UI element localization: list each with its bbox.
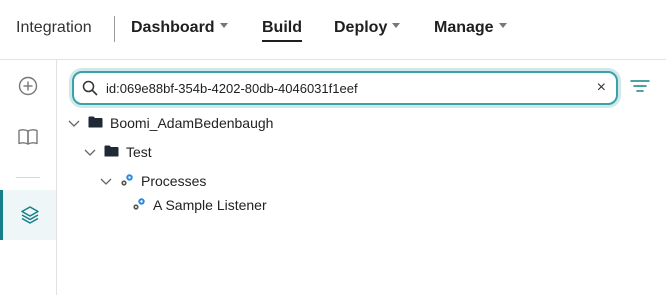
chevron-down-icon [219,23,228,29]
top-nav-bar: Integration Dashboard Build Deploy Manag… [0,0,666,60]
search-input[interactable] [106,78,586,98]
tree-item-root-folder[interactable]: Boomi_AdamBedenbaugh [68,113,273,133]
tree-item-label: Processes [141,173,207,189]
nav-dashboard[interactable]: Dashboard [131,19,228,37]
tree-item-test-folder[interactable]: Test [84,142,152,162]
chevron-down-icon [392,23,401,29]
nav-manage-label: Manage [434,19,494,36]
chevron-down-icon [498,23,507,29]
process-icon [132,197,146,214]
nav-manage[interactable]: Manage [434,19,507,37]
layers-icon [20,206,39,224]
nav-active-indicator [262,40,302,42]
sidebar-components-button[interactable] [0,190,56,240]
nav-build-label: Build [262,19,302,36]
book-icon [18,129,38,145]
clear-search-icon[interactable]: × [597,78,606,98]
tree-item-label: Boomi_AdamBedenbaugh [110,115,274,131]
nav-dashboard-label: Dashboard [131,19,215,36]
component-search: × [72,71,618,105]
header-divider [114,16,115,42]
tree-item-label: A Sample Listener [153,197,267,213]
chevron-down-icon[interactable] [100,173,114,189]
chevron-down-icon[interactable] [84,144,98,160]
tree-item-processes-folder[interactable]: Processes [100,171,206,191]
sidebar-create-button[interactable] [0,61,56,111]
sidebar-divider [16,177,40,178]
nav-deploy-label: Deploy [334,19,388,36]
search-icon [82,80,98,101]
left-sidebar [0,60,57,295]
sidebar-library-button[interactable] [0,112,56,162]
tree-item-label: Test [126,144,152,160]
folder-icon [104,144,119,160]
folder-icon [88,115,103,131]
tree-item-process[interactable]: A Sample Listener [132,195,267,215]
filter-icon [630,80,650,92]
nav-build[interactable]: Build [262,19,302,37]
process-icon [120,173,134,190]
product-name: Integration [16,19,92,36]
add-circle-icon [18,76,38,96]
nav-deploy[interactable]: Deploy [334,19,401,37]
chevron-down-icon[interactable] [68,115,82,131]
filter-button[interactable] [630,78,650,99]
